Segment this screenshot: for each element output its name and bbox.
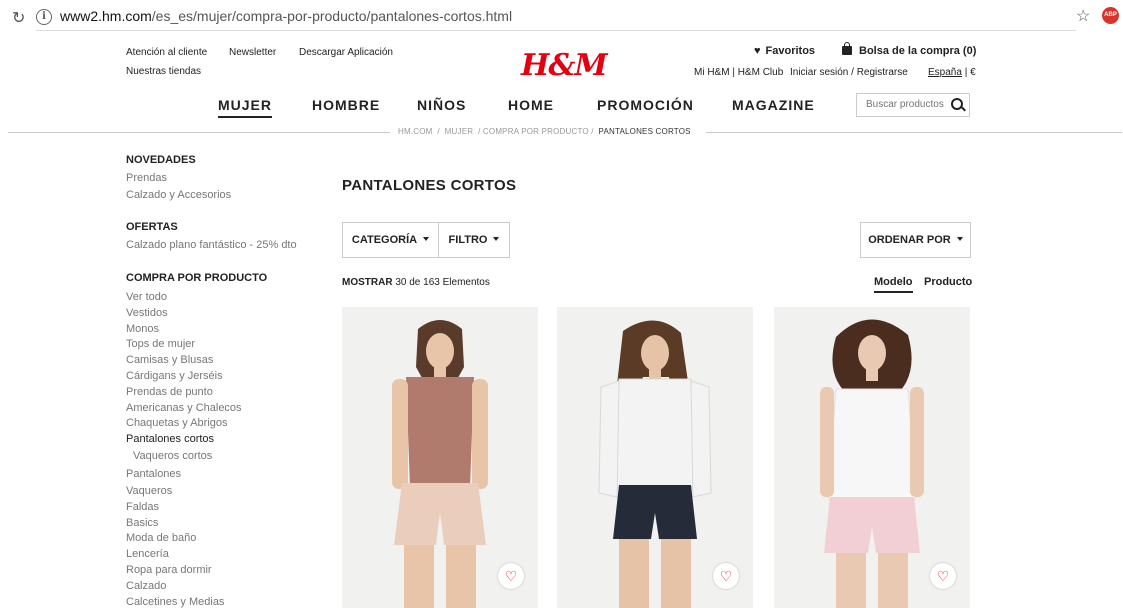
browser-toolbar: ↻ i www2.hm.com/es_es/mujer/compra-por-p… [0, 0, 1123, 34]
nav-ninos[interactable]: NIÑOS [417, 97, 466, 113]
view-toggle-model[interactable]: Modelo [874, 276, 913, 293]
sidebar-item-monos[interactable]: Monos [126, 323, 159, 335]
sidebar-item-calzado[interactable]: Calzado [126, 580, 166, 592]
category-dropdown[interactable]: CATEGORÍA [342, 222, 439, 258]
address-bar[interactable]: i www2.hm.com/es_es/mujer/compra-por-pro… [36, 4, 1076, 31]
reload-icon[interactable]: ↻ [12, 8, 25, 28]
sidebar-item-prendas[interactable]: Prendas [126, 172, 167, 184]
breadcrumb-divider-right [706, 132, 1122, 133]
breadcrumb: HM.COM / MUJER / COMPRA POR PRODUCTO / P… [398, 127, 691, 136]
sidebar-item-americanas[interactable]: Americanas y Chalecos [126, 402, 242, 414]
product-card[interactable]: ♡ [557, 307, 753, 608]
info-icon[interactable]: i [36, 9, 52, 25]
sidebar-item-calzado-plano[interactable]: Calzado plano fantástico - 25% dto [126, 239, 297, 251]
sidebar-item-moda-bano[interactable]: Moda de baño [126, 532, 196, 544]
sidebar-heading-novedades[interactable]: NOVEDADES [126, 154, 196, 166]
breadcrumb-divider-left [8, 132, 390, 133]
stores-link[interactable]: Nuestras tiendas [126, 66, 201, 77]
sidebar-item-lenceria[interactable]: Lencería [126, 548, 169, 560]
filter-dropdown[interactable]: FILTRO [438, 222, 510, 258]
nav-hombre[interactable]: HOMBRE [312, 97, 380, 113]
country-selector[interactable]: España | € [928, 67, 976, 78]
hm-logo[interactable]: H&M [521, 48, 608, 83]
heart-icon: ♥ [754, 45, 761, 57]
sidebar-item-pantalones[interactable]: Pantalones [126, 468, 181, 480]
nav-magazine[interactable]: MAGAZINE [732, 97, 815, 113]
bookmark-star-icon[interactable]: ☆ [1076, 6, 1090, 26]
sidebar-item-vaqueros-cortos[interactable]: Vaqueros cortos [133, 450, 212, 462]
shopping-bag-link[interactable]: Bolsa de la compra (0) [842, 42, 976, 57]
sidebar-item-calzado-accesorios[interactable]: Calzado y Accesorios [126, 189, 231, 201]
sidebar-item-vestidos[interactable]: Vestidos [126, 307, 168, 319]
breadcrumb-item-mujer[interactable]: MUJER [445, 127, 474, 136]
favorite-heart-icon[interactable]: ♡ [930, 563, 956, 589]
nav-home[interactable]: HOME [508, 97, 554, 113]
sidebar-item-cardigans[interactable]: Cárdigans y Jerséis [126, 370, 223, 382]
product-card[interactable]: ♡ [774, 307, 970, 608]
url-text: www2.hm.com/es_es/mujer/compra-por-produ… [60, 8, 513, 24]
sidebar-heading-ofertas[interactable]: OFERTAS [126, 221, 178, 233]
sidebar-item-punto[interactable]: Prendas de punto [126, 386, 213, 398]
sidebar-item-calcetines[interactable]: Calcetines y Medias [126, 596, 224, 608]
sidebar-heading-compra-por-producto[interactable]: COMPRA POR PRODUCTO [126, 272, 267, 284]
chevron-down-icon [956, 237, 963, 241]
favorite-heart-icon[interactable]: ♡ [713, 563, 739, 589]
favorites-link[interactable]: ♥ Favoritos [754, 45, 815, 57]
nav-mujer[interactable]: MUJER [218, 97, 273, 118]
sidebar-item-tops[interactable]: Tops de mujer [126, 338, 195, 350]
search-box[interactable] [856, 93, 970, 117]
breadcrumb-item-compra[interactable]: COMPRA POR PRODUCTO [483, 127, 589, 136]
favorite-heart-icon[interactable]: ♡ [498, 563, 524, 589]
product-card[interactable]: ♡ [342, 307, 538, 608]
sidebar-item-vaqueros[interactable]: Vaqueros [126, 485, 172, 497]
chevron-down-icon [423, 237, 430, 241]
adblock-icon[interactable]: ABP [1102, 7, 1119, 24]
sidebar-item-ver-todo[interactable]: Ver todo [126, 291, 167, 303]
search-icon[interactable] [951, 98, 963, 110]
view-toggle-product[interactable]: Producto [924, 276, 972, 288]
page-title: PANTALONES CORTOS [342, 177, 517, 194]
download-app-link[interactable]: Descargar Aplicación [299, 47, 393, 58]
hm-club-link[interactable]: Mi H&M | H&M Club [694, 67, 783, 78]
search-input[interactable] [857, 94, 958, 115]
item-count: MOSTRAR 30 de 163 Elementos [342, 277, 490, 288]
sidebar-item-camisas[interactable]: Camisas y Blusas [126, 354, 213, 366]
login-link[interactable]: Iniciar sesión / Registrarse [790, 67, 908, 78]
breadcrumb-item-hmcom[interactable]: HM.COM [398, 127, 433, 136]
sort-dropdown[interactable]: ORDENAR POR [860, 222, 971, 258]
sidebar-item-pantalones-cortos[interactable]: Pantalones cortos [126, 433, 214, 445]
chevron-down-icon [493, 237, 500, 241]
sidebar-item-basics[interactable]: Basics [126, 517, 158, 529]
newsletter-link[interactable]: Newsletter [229, 47, 276, 58]
nav-promocion[interactable]: PROMOCIÓN [597, 97, 694, 113]
breadcrumb-current: PANTALONES CORTOS [598, 127, 691, 136]
sidebar-item-chaquetas[interactable]: Chaquetas y Abrigos [126, 417, 228, 429]
bag-icon [842, 42, 852, 55]
sidebar-item-ropa-dormir[interactable]: Ropa para dormir [126, 564, 212, 576]
sidebar-item-faldas[interactable]: Faldas [126, 501, 159, 513]
customer-service-link[interactable]: Atención al cliente [126, 47, 207, 58]
